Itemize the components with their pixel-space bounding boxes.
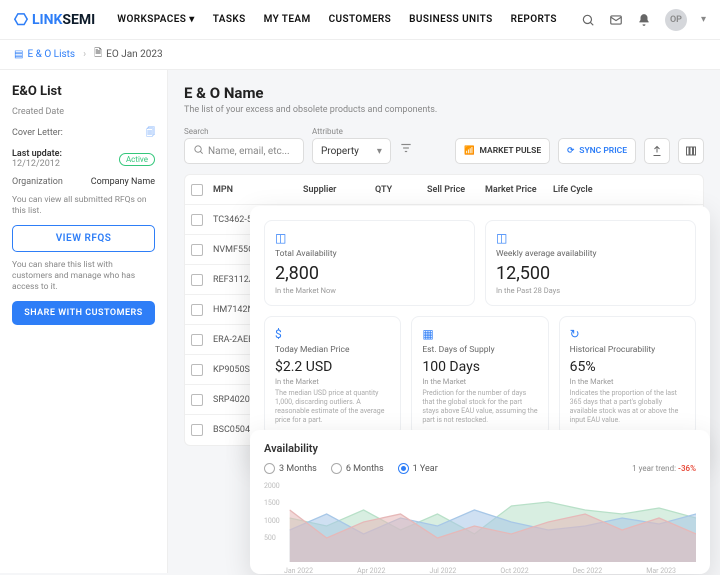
- org-value: Company Name: [91, 177, 155, 187]
- range-3-months[interactable]: 3 Months: [264, 463, 317, 474]
- share-button[interactable]: SHARE WITH CUSTOMERS: [12, 301, 155, 325]
- status-badge: Active: [119, 153, 155, 166]
- topbar: ⎔ LINKSEMI WORKSPACES ▾ TASKS MY TEAM CU…: [0, 0, 720, 40]
- chevron-down-icon: ▾: [377, 146, 382, 157]
- avatar[interactable]: OP: [665, 9, 687, 31]
- created-date-label: Created Date: [12, 107, 155, 117]
- history-icon: ↻: [570, 327, 685, 341]
- th-market-price[interactable]: Market Price: [485, 185, 553, 195]
- nav-workspaces[interactable]: WORKSPACES ▾: [117, 14, 194, 25]
- row-checkbox[interactable]: [191, 394, 203, 406]
- main-nav: WORKSPACES ▾ TASKS MY TEAM CUSTOMERS BUS…: [117, 14, 557, 25]
- search-icon[interactable]: [581, 13, 595, 27]
- attribute-select[interactable]: Property ▾: [312, 138, 391, 164]
- breadcrumb-separator: ›: [83, 49, 86, 60]
- sidebar: E&O List Created Date Cover Letter: 🗐 La…: [0, 70, 168, 573]
- row-checkbox[interactable]: [191, 304, 203, 316]
- columns-button[interactable]: [678, 138, 704, 164]
- th-life-cycle[interactable]: Life Cycle: [553, 185, 605, 195]
- nav-tasks[interactable]: TASKS: [213, 14, 246, 25]
- last-update-label: Last update:: [12, 149, 62, 159]
- logo-icon: ⎔: [14, 10, 28, 29]
- row-checkbox[interactable]: [191, 424, 203, 436]
- stat-procurability: ↻ Historical Procurability 65% In the Ma…: [559, 316, 696, 436]
- th-mpn[interactable]: MPN: [213, 185, 303, 195]
- stat-weekly-availability: ◫ Weekly average availability 12,500 In …: [485, 220, 696, 306]
- doc-icon: 🗎: [94, 46, 102, 63]
- cover-letter-label: Cover Letter:: [12, 128, 63, 138]
- range-6-months[interactable]: 6 Months: [331, 463, 384, 474]
- pulse-icon: 📶: [464, 146, 475, 156]
- sync-price-button[interactable]: ⟳SYNC PRICE: [558, 138, 636, 164]
- market-pulse-button[interactable]: 📶MARKET PULSE: [455, 138, 550, 164]
- breadcrumb: ▤E & O Lists › 🗎EO Jan 2023: [0, 40, 720, 70]
- nav-my-team[interactable]: MY TEAM: [264, 14, 311, 25]
- sync-icon: ⟳: [567, 146, 574, 156]
- range-1-year[interactable]: 1 Year: [398, 463, 438, 474]
- table-header: MPN Supplier QTY Sell Price Market Price…: [185, 175, 703, 205]
- search-label: Search: [184, 127, 304, 136]
- share-note: You can share this list with customers a…: [12, 260, 155, 293]
- page-tagline: The list of your excess and obsolete pro…: [184, 105, 704, 115]
- logo[interactable]: ⎔ LINKSEMI: [14, 10, 95, 29]
- rfq-note: You can view all submitted RFQs on this …: [12, 195, 155, 217]
- availability-chart: 200015001000500 Jan 2022Apr 2022Jul 2022…: [264, 482, 696, 562]
- row-checkbox[interactable]: [191, 364, 203, 376]
- list-icon: ▤: [14, 49, 23, 60]
- chevron-down-icon: ▾: [189, 14, 194, 25]
- stat-median-price: $ Today Median Price $2.2 USD In the Mar…: [264, 316, 401, 436]
- stat-total-availability: ◫ Total Availability 2,800 In the Market…: [264, 220, 475, 306]
- export-button[interactable]: [644, 138, 670, 164]
- row-checkbox[interactable]: [191, 274, 203, 286]
- attribute-label: Attribute: [312, 127, 391, 136]
- breadcrumb-parent[interactable]: ▤E & O Lists: [14, 49, 75, 60]
- cube-icon: ◫: [496, 231, 685, 245]
- trend-label: 1 year trend: -36%: [632, 464, 696, 473]
- last-update-value: 12/12/2012: [12, 159, 62, 169]
- dollar-icon: $: [275, 327, 390, 341]
- row-checkbox[interactable]: [191, 244, 203, 256]
- search-input[interactable]: Name, email, etc...: [184, 138, 304, 164]
- view-rfqs-button[interactable]: VIEW RFQS: [12, 225, 155, 252]
- chevron-down-icon[interactable]: ▾: [701, 14, 706, 25]
- cube-icon: ◫: [275, 231, 464, 245]
- nav-reports[interactable]: REPORTS: [511, 14, 557, 25]
- mail-icon[interactable]: [609, 13, 623, 27]
- calendar-icon: ▦: [422, 327, 537, 341]
- breadcrumb-current: 🗎EO Jan 2023: [94, 46, 163, 63]
- stats-panel: ◫ Total Availability 2,800 In the Market…: [250, 206, 710, 460]
- th-sell-price[interactable]: Sell Price: [427, 185, 485, 195]
- bell-icon[interactable]: [637, 13, 651, 27]
- select-all-checkbox[interactable]: [191, 184, 203, 196]
- page-title: E & O Name: [184, 84, 704, 102]
- availability-heading: Availability: [264, 442, 696, 455]
- row-checkbox[interactable]: [191, 214, 203, 226]
- cover-letter-icon[interactable]: 🗐: [146, 125, 155, 141]
- nav-business-units[interactable]: BUSINESS UNITS: [409, 14, 492, 25]
- nav-customers[interactable]: CUSTOMERS: [329, 14, 392, 25]
- filter-icon[interactable]: [399, 141, 413, 158]
- th-supplier[interactable]: Supplier: [303, 185, 375, 195]
- search-icon: [193, 144, 204, 158]
- toolbar: Search Name, email, etc... Attribute Pro…: [184, 127, 704, 164]
- stat-days-supply: ▦ Est. Days of Supply 100 Days In the Ma…: [411, 316, 548, 436]
- availability-panel: Availability 3 Months 6 Months 1 Year 1 …: [250, 430, 710, 574]
- row-checkbox[interactable]: [191, 334, 203, 346]
- th-qty[interactable]: QTY: [375, 185, 427, 195]
- sidebar-title: E&O List: [12, 84, 155, 99]
- org-label: Organization: [12, 177, 63, 187]
